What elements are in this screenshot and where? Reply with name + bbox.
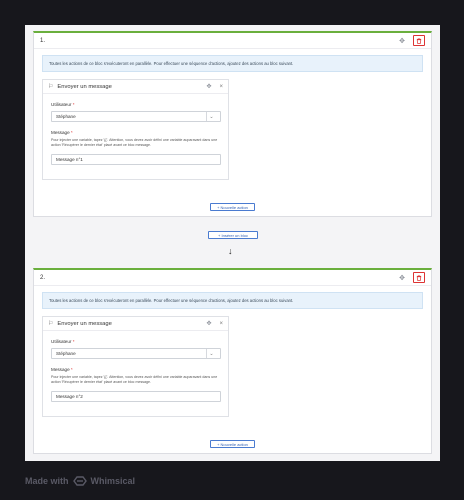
drag-handle-icon[interactable]: ✥ bbox=[206, 83, 211, 90]
block-header: 1. ✥ bbox=[34, 33, 431, 49]
user-label: Utilisateur * bbox=[51, 339, 75, 344]
watermark-brand: Whimsical bbox=[90, 476, 136, 486]
block-2: 2. ✥ Toutes les actions de ce bloc s'exé… bbox=[33, 268, 432, 454]
message-input[interactable]: Message n°1 bbox=[51, 154, 221, 165]
action-card-header: ⚐ Envoyer un message ✥ × bbox=[43, 80, 228, 94]
block-1: 1. ✥ Toutes les actions de ce bloc s'exé… bbox=[33, 31, 432, 217]
chevron-down-icon: ⌄ bbox=[206, 112, 216, 121]
arrow-down-icon: ↓ bbox=[228, 246, 233, 256]
message-label: Message * bbox=[51, 130, 73, 135]
message-label: Message * bbox=[51, 367, 73, 372]
chevron-down-icon: ⌄ bbox=[206, 349, 216, 358]
canvas-frame: 1. ✥ Toutes les actions de ce bloc s'exé… bbox=[25, 25, 440, 461]
message-help-text: Pour injecter une variable, tapez '{{'. … bbox=[51, 138, 218, 147]
parallel-info-banner: Toutes les actions de ce bloc s'exécuter… bbox=[42, 55, 423, 72]
action-title: Envoyer un message bbox=[57, 83, 112, 90]
whimsical-logo-icon bbox=[72, 476, 87, 486]
action-card-header: ⚐ Envoyer un message ✥ × bbox=[43, 317, 228, 331]
trash-icon bbox=[416, 274, 422, 281]
delete-block-button[interactable] bbox=[413, 272, 425, 283]
required-mark: * bbox=[70, 367, 73, 372]
delete-block-button[interactable] bbox=[413, 35, 425, 46]
user-select[interactable]: Stéphane ⌄ bbox=[51, 111, 221, 122]
action-title: Envoyer un message bbox=[57, 320, 112, 327]
action-card: ⚐ Envoyer un message ✥ × Utilisateur * S… bbox=[42, 79, 229, 180]
user-select-value: Stéphane bbox=[56, 351, 76, 356]
block-number: 2. bbox=[40, 274, 46, 281]
user-select-value: Stéphane bbox=[56, 114, 76, 119]
user-label: Utilisateur * bbox=[51, 102, 75, 107]
drag-handle-icon[interactable]: ✥ bbox=[399, 37, 405, 45]
message-input[interactable]: Message n°2 bbox=[51, 391, 221, 402]
message-help-text: Pour injecter une variable, tapez '{{'. … bbox=[51, 375, 218, 384]
parallel-info-banner: Toutes les actions de ce bloc s'exécuter… bbox=[42, 292, 423, 309]
close-icon[interactable]: × bbox=[219, 321, 223, 327]
user-select[interactable]: Stéphane ⌄ bbox=[51, 348, 221, 359]
action-card: ⚐ Envoyer un message ✥ × Utilisateur * S… bbox=[42, 316, 229, 417]
insert-block-button[interactable]: + Insérer un bloc bbox=[208, 231, 258, 239]
required-mark: * bbox=[72, 339, 75, 344]
trash-icon bbox=[416, 37, 422, 44]
close-icon[interactable]: × bbox=[219, 84, 223, 90]
block-number: 1. bbox=[40, 37, 46, 44]
new-action-button[interactable]: + Nouvelle action bbox=[210, 203, 255, 211]
new-action-button[interactable]: + Nouvelle action bbox=[210, 440, 255, 448]
block-header: 2. ✥ bbox=[34, 270, 431, 286]
drag-handle-icon[interactable]: ✥ bbox=[399, 274, 405, 282]
message-icon: ⚐ bbox=[48, 321, 54, 327]
whimsical-watermark[interactable]: Made with Whimsical bbox=[25, 476, 135, 486]
required-mark: * bbox=[70, 130, 73, 135]
required-mark: * bbox=[72, 102, 75, 107]
drag-handle-icon[interactable]: ✥ bbox=[206, 320, 211, 327]
message-icon: ⚐ bbox=[48, 84, 54, 90]
watermark-prefix: Made with bbox=[25, 476, 69, 486]
